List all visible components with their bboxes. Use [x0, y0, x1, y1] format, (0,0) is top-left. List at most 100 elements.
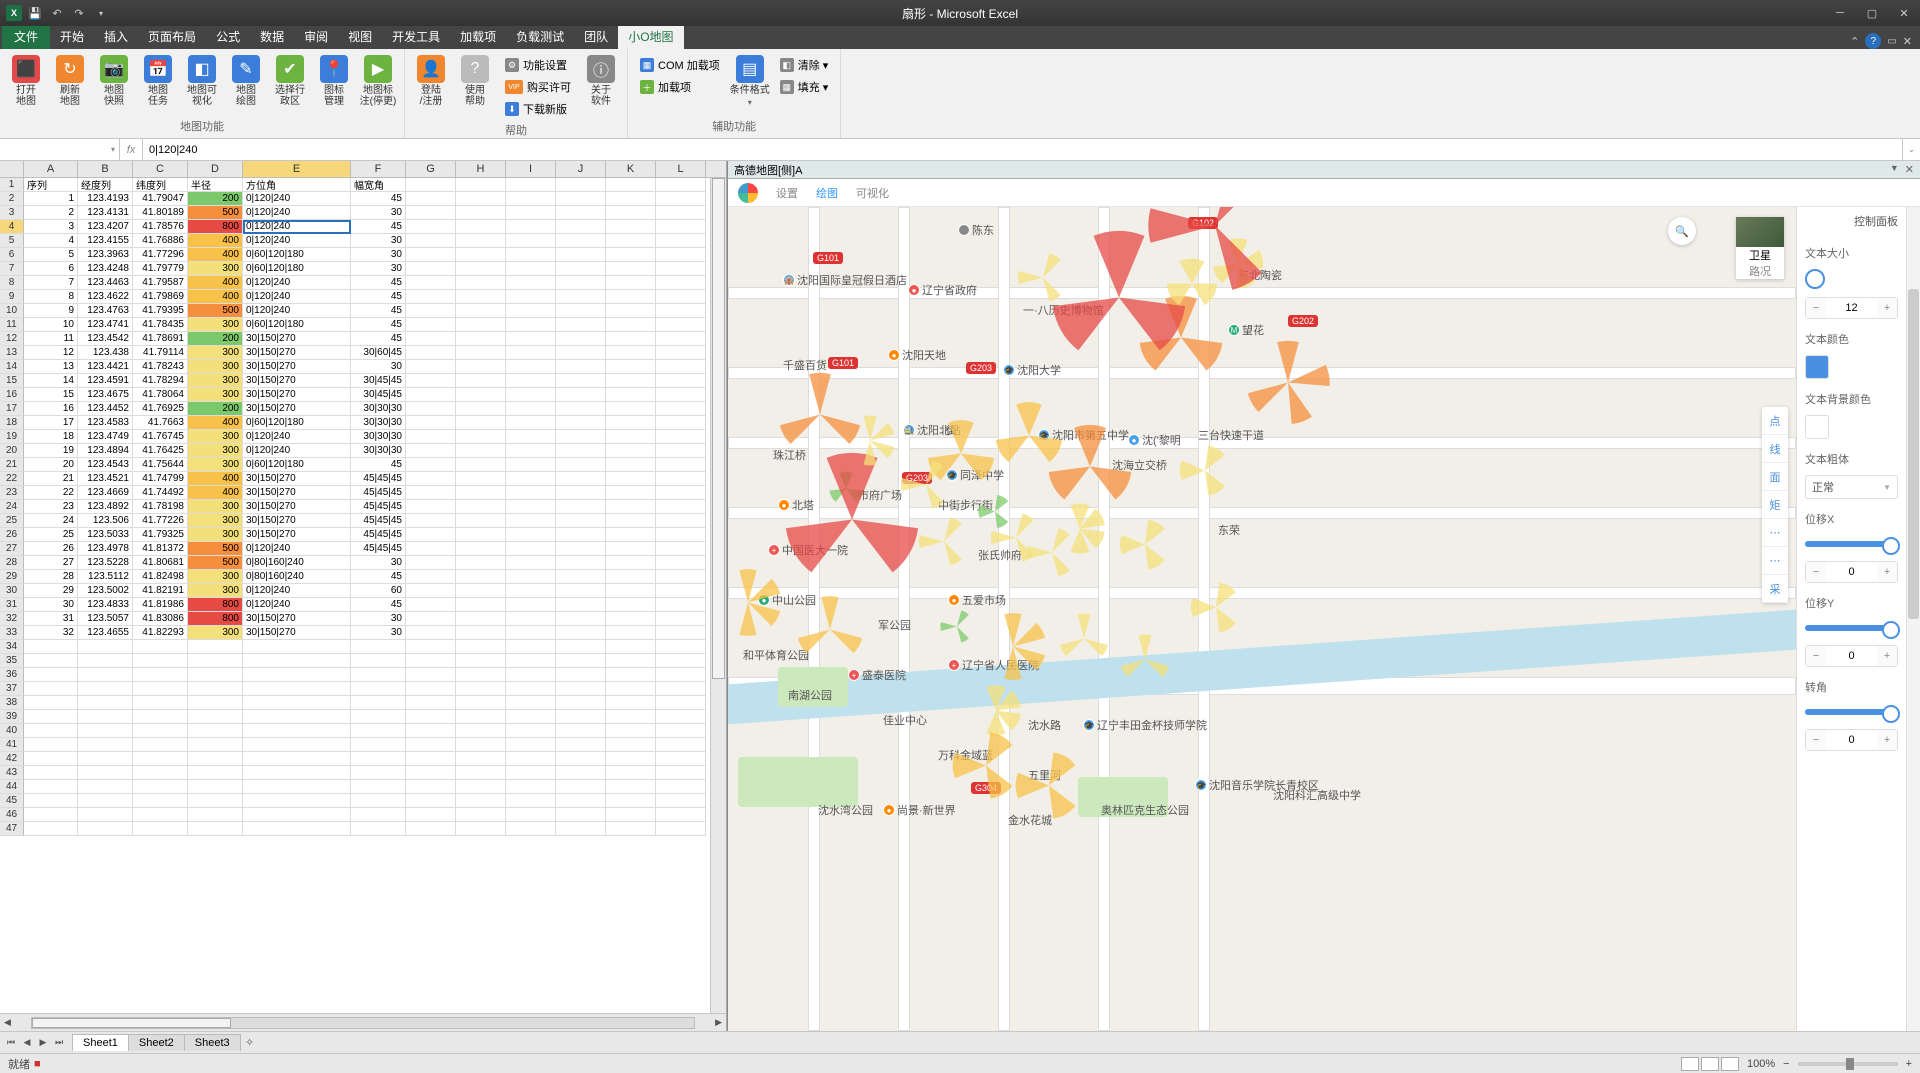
- cell[interactable]: [506, 668, 556, 682]
- cell[interactable]: [406, 668, 456, 682]
- cell[interactable]: [556, 458, 606, 472]
- row-header[interactable]: 33: [0, 626, 24, 640]
- cell[interactable]: [656, 822, 706, 836]
- cell[interactable]: [506, 822, 556, 836]
- cell[interactable]: 300: [188, 500, 243, 514]
- cell[interactable]: [606, 262, 656, 276]
- cell[interactable]: [506, 346, 556, 360]
- cell[interactable]: [406, 556, 456, 570]
- cell[interactable]: [506, 234, 556, 248]
- cell[interactable]: [656, 794, 706, 808]
- cell[interactable]: [656, 710, 706, 724]
- cell[interactable]: 45|45|45: [351, 472, 406, 486]
- cell[interactable]: 30|150|270: [243, 346, 351, 360]
- column-header[interactable]: E: [243, 161, 351, 177]
- cell[interactable]: [78, 640, 133, 654]
- cell[interactable]: 123.4978: [78, 542, 133, 556]
- cell[interactable]: 41.76425: [133, 444, 188, 458]
- hscroll-track[interactable]: [31, 1017, 695, 1029]
- cell[interactable]: [556, 514, 606, 528]
- zoom-out-icon[interactable]: −: [1783, 1058, 1789, 1070]
- cell[interactable]: [606, 766, 656, 780]
- row-header[interactable]: 37: [0, 682, 24, 696]
- cell[interactable]: 41.78064: [133, 388, 188, 402]
- cell[interactable]: [506, 584, 556, 598]
- cell[interactable]: 3: [24, 220, 78, 234]
- cell[interactable]: [556, 374, 606, 388]
- text-bold-select[interactable]: 正常▼: [1805, 475, 1898, 499]
- cell[interactable]: [24, 696, 78, 710]
- cell[interactable]: 200: [188, 402, 243, 416]
- cell[interactable]: [506, 402, 556, 416]
- text-bg-color-swatch[interactable]: [1805, 415, 1829, 439]
- cell[interactable]: [606, 626, 656, 640]
- offset-y-slider[interactable]: [1805, 625, 1898, 631]
- cell[interactable]: [556, 654, 606, 668]
- cell[interactable]: [656, 612, 706, 626]
- cell[interactable]: 30: [351, 612, 406, 626]
- cell[interactable]: [351, 640, 406, 654]
- cell[interactable]: [351, 752, 406, 766]
- offset-x-slider[interactable]: [1805, 541, 1898, 547]
- cell[interactable]: [656, 234, 706, 248]
- map-layer-switch[interactable]: 卫星 路况: [1736, 217, 1784, 279]
- cell[interactable]: [406, 276, 456, 290]
- cell[interactable]: [506, 430, 556, 444]
- cell[interactable]: 30: [351, 248, 406, 262]
- cell[interactable]: [456, 262, 506, 276]
- sheet-tab[interactable]: Sheet2: [128, 1034, 185, 1051]
- cell[interactable]: [406, 500, 456, 514]
- cell[interactable]: [506, 724, 556, 738]
- cell[interactable]: [506, 752, 556, 766]
- cell[interactable]: 23: [24, 500, 78, 514]
- cell[interactable]: [406, 444, 456, 458]
- cell[interactable]: 45: [351, 290, 406, 304]
- cell[interactable]: 123.4892: [78, 500, 133, 514]
- cell[interactable]: [606, 808, 656, 822]
- cell[interactable]: [351, 668, 406, 682]
- cell[interactable]: [78, 808, 133, 822]
- cell[interactable]: [556, 486, 606, 500]
- cell[interactable]: 300: [188, 262, 243, 276]
- cell[interactable]: [406, 626, 456, 640]
- cell[interactable]: 45: [351, 570, 406, 584]
- cell[interactable]: 27: [24, 556, 78, 570]
- cell[interactable]: [656, 444, 706, 458]
- ribbon-small-button[interactable]: ◧清除 ▾: [776, 55, 833, 75]
- ribbon-small-button[interactable]: ＋加载项: [636, 77, 724, 97]
- map-tool-button[interactable]: 面: [1762, 463, 1788, 491]
- cell[interactable]: 序列: [24, 178, 78, 192]
- column-header[interactable]: D: [188, 161, 243, 177]
- cell[interactable]: [351, 794, 406, 808]
- cell[interactable]: [606, 710, 656, 724]
- ribbon-tab-6[interactable]: 视图: [338, 24, 382, 49]
- ribbon-small-button[interactable]: ⬇下载新版: [501, 99, 575, 119]
- cell[interactable]: 800: [188, 612, 243, 626]
- cell[interactable]: [456, 248, 506, 262]
- window-close-icon[interactable]: ✕: [1888, 2, 1920, 24]
- cell[interactable]: [556, 528, 606, 542]
- cell[interactable]: [606, 206, 656, 220]
- cell[interactable]: 123.438: [78, 346, 133, 360]
- cell[interactable]: 41.78691: [133, 332, 188, 346]
- cell[interactable]: [656, 780, 706, 794]
- cell[interactable]: [243, 640, 351, 654]
- ribbon-small-button[interactable]: VIP购买许可: [501, 77, 575, 97]
- cell[interactable]: [456, 612, 506, 626]
- ribbon-tab-5[interactable]: 审阅: [294, 24, 338, 49]
- ribbon-button[interactable]: ⬛打开 地图: [6, 53, 46, 117]
- row-header[interactable]: 17: [0, 402, 24, 416]
- map-tab[interactable]: 设置: [776, 185, 798, 201]
- cell[interactable]: [188, 794, 243, 808]
- cell[interactable]: [24, 710, 78, 724]
- cell[interactable]: [556, 304, 606, 318]
- ribbon-tab-8[interactable]: 加载项: [450, 24, 506, 49]
- cell[interactable]: 123.4542: [78, 332, 133, 346]
- cell[interactable]: 123.5002: [78, 584, 133, 598]
- cell[interactable]: [556, 626, 606, 640]
- cell[interactable]: 300: [188, 458, 243, 472]
- cell[interactable]: [606, 542, 656, 556]
- cell[interactable]: [556, 752, 606, 766]
- cell[interactable]: [406, 696, 456, 710]
- ribbon-button[interactable]: 📅地图 任务: [138, 53, 178, 117]
